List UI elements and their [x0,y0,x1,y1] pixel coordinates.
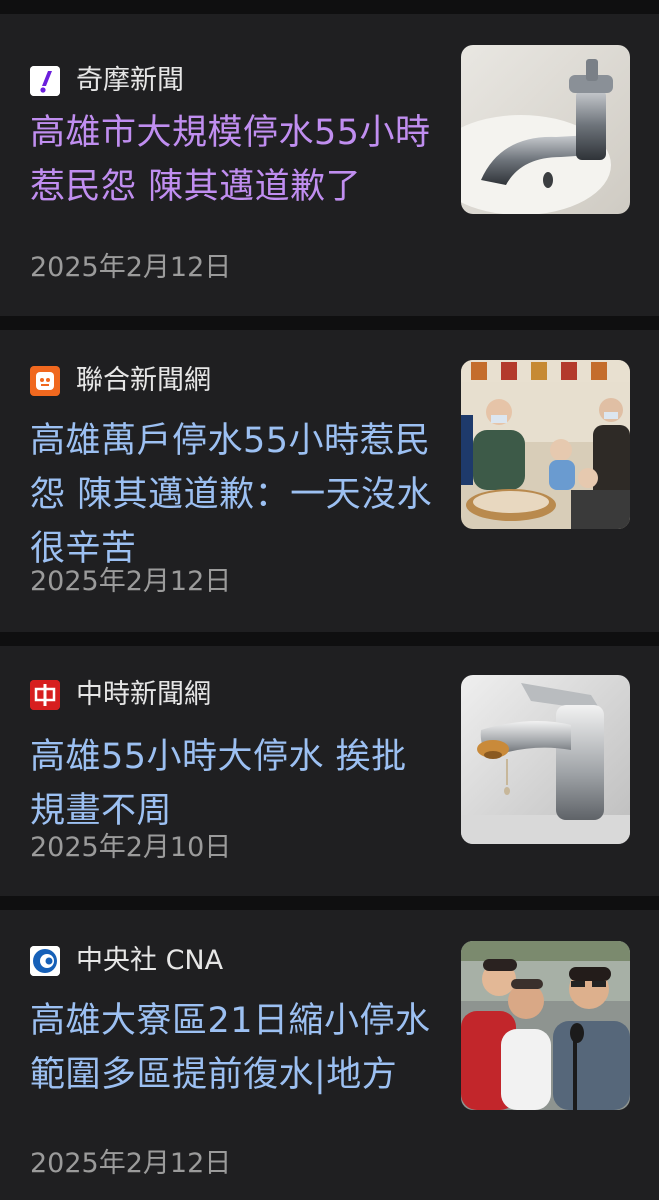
mayor-with-children-photo[interactable] [461,360,630,529]
udn-icon [30,366,60,396]
headline-link[interactable]: 高雄市大規模停水55小時惹民怨 陳其邁道歉了 [30,106,440,214]
source-name: 中時新聞網 [76,679,211,710]
news-card[interactable]: 聯合新聞網 高雄萬戶停水55小時惹民怨 陳其邁道歉：一天沒水很辛苦 2025年2… [0,330,659,632]
news-source: 中央社 CNA [30,946,223,976]
source-name: 奇摩新聞 [76,65,184,96]
headline-link[interactable]: 高雄55小時大停水 挨批規畫不周 [30,730,440,838]
publish-date: 2025年2月12日 [30,252,232,283]
yahoo-icon [30,66,60,96]
publish-date: 2025年2月12日 [30,1148,232,1179]
dripping-faucet-photo[interactable] [461,675,630,844]
news-card[interactable]: 中時新聞網 高雄55小時大停水 挨批規畫不周 2025年2月10日 [0,646,659,896]
source-name: 聯合新聞網 [76,365,211,396]
cna-icon [30,946,60,976]
press-conference-photo[interactable] [461,941,630,1110]
faucet-photo[interactable] [461,45,630,214]
news-source: 中時新聞網 [30,680,211,710]
publish-date: 2025年2月12日 [30,566,232,597]
news-source: 聯合新聞網 [30,366,211,396]
source-name: 中央社 CNA [76,945,224,976]
news-card[interactable]: 奇摩新聞 高雄市大規模停水55小時惹民怨 陳其邁道歉了 2025年2月12日 [0,14,659,316]
publish-date: 2025年2月10日 [30,832,232,863]
news-card[interactable]: 中央社 CNA 高雄大寮區21日縮小停水範圍多區提前復水|地方 2025年2月1… [0,910,659,1200]
news-feed: 奇摩新聞 高雄市大規模停水55小時惹民怨 陳其邁道歉了 2025年2月12日 聯… [0,0,659,1200]
chinatimes-icon [30,680,60,710]
headline-link[interactable]: 高雄萬戶停水55小時惹民怨 陳其邁道歉：一天沒水很辛苦 [30,414,440,576]
headline-link[interactable]: 高雄大寮區21日縮小停水範圍多區提前復水|地方 [30,994,440,1102]
news-source: 奇摩新聞 [30,66,184,96]
